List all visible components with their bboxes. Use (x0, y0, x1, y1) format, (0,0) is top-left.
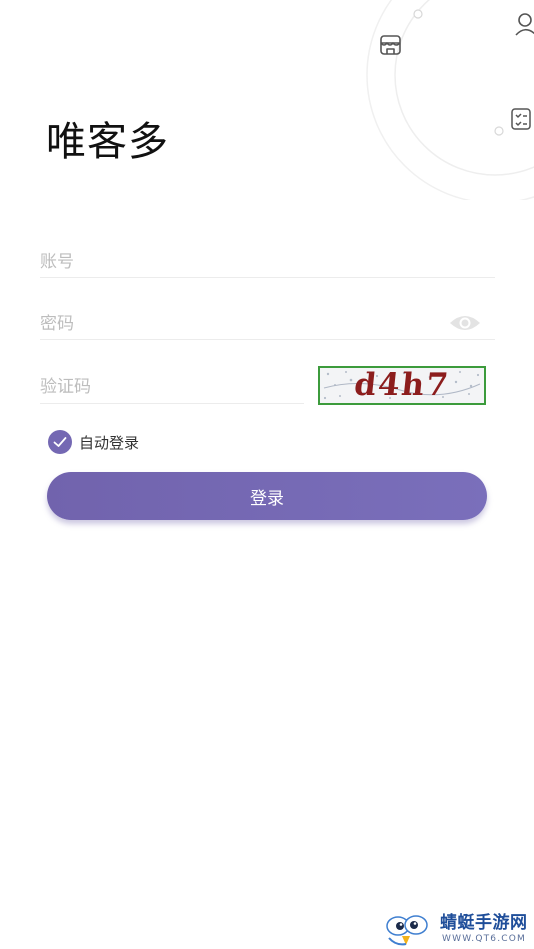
decorative-orbit (366, 0, 534, 200)
password-input[interactable] (40, 309, 440, 339)
password-field (40, 309, 495, 340)
watermark: 蜻蜓手游网 WWW.QT6.COM (386, 908, 532, 948)
checklist-icon (511, 108, 531, 130)
captcha-code: d4h7 (352, 367, 452, 403)
watermark-url: WWW.QT6.COM (442, 934, 527, 944)
account-field (40, 247, 495, 278)
login-button[interactable]: 登录 (47, 472, 487, 520)
captcha-image[interactable]: d4h7 (318, 366, 486, 405)
watermark-name: 蜻蜓手游网 (440, 913, 528, 933)
checkmark-icon[interactable] (48, 430, 72, 454)
auto-login-label: 自动登录 (79, 433, 140, 452)
dragonfly-mascot-icon (386, 915, 428, 946)
user-icon (515, 13, 534, 36)
eye-icon[interactable] (449, 312, 481, 334)
captcha-field (40, 372, 304, 404)
page-title: 唯客多 (46, 119, 169, 165)
captcha-input[interactable] (40, 372, 304, 402)
store-icon (380, 35, 401, 55)
account-input[interactable] (40, 247, 495, 277)
auto-login-toggle[interactable]: 自动登录 (48, 429, 139, 455)
